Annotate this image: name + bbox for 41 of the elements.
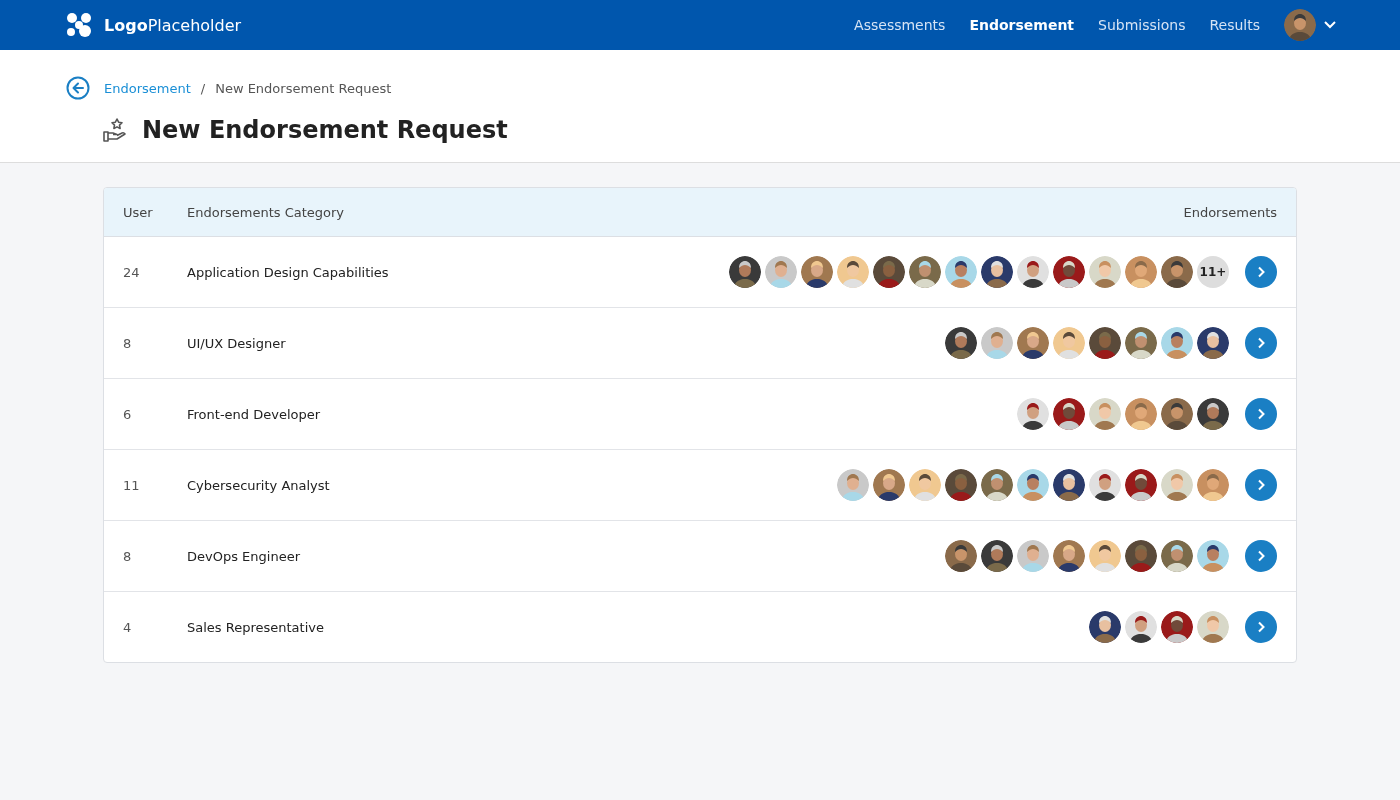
table-cell-text: UI/UX Designer <box>187 335 287 351</box>
logo-text: LogoPlaceholder <box>104 15 242 35</box>
open-button[interactable] <box>1245 327 1277 359</box>
table-cell-text: DevOps Engineer <box>187 548 301 564</box>
table-cell-text: Sales Representative <box>187 619 325 635</box>
chevron-down-icon[interactable] <box>1324 21 1336 29</box>
table-cell-text: 6 <box>123 406 133 422</box>
page-title: New Endorsement Request <box>142 116 508 144</box>
nav-link[interactable]: Assessments <box>854 17 946 33</box>
chevron-right-icon <box>1257 408 1265 420</box>
breadcrumb-current: New Endorsement Request <box>215 80 392 96</box>
table-cell-text: Front-end Developer <box>187 406 322 422</box>
nav-link[interactable]: Endorsement <box>969 17 1075 33</box>
chevron-right-icon <box>1257 621 1265 633</box>
column-header: Endorsements Category <box>187 204 346 220</box>
breadcrumb-link[interactable]: Endorsement <box>104 80 191 96</box>
open-button[interactable] <box>1245 469 1277 501</box>
nav-link[interactable]: Results <box>1209 17 1260 33</box>
table-cell-text: 11 <box>123 477 141 493</box>
award-hand-icon <box>102 117 128 143</box>
chevron-right-icon <box>1257 266 1265 278</box>
more-count: 11+ <box>1197 256 1229 288</box>
table-cell-text: 8 <box>123 335 133 351</box>
table-cell-text: Application Design Capabilities <box>187 264 390 280</box>
nav-link[interactable]: Submissions <box>1098 17 1186 33</box>
chevron-right-icon <box>1257 337 1265 349</box>
table-cell-text: 8 <box>123 548 133 564</box>
breadcrumb-separator: / <box>200 80 206 96</box>
logo-icon <box>66 12 92 38</box>
column-header: Endorsements <box>1183 204 1277 220</box>
column-header: User <box>123 204 154 220</box>
open-button[interactable] <box>1245 398 1277 430</box>
table-cell-text: Cybersecurity Analyst <box>187 477 331 493</box>
open-button[interactable] <box>1245 256 1277 288</box>
chevron-right-icon <box>1257 550 1265 562</box>
open-button[interactable] <box>1245 611 1277 643</box>
table-cell-text: 4 <box>123 619 133 635</box>
open-button[interactable] <box>1245 540 1277 572</box>
table-cell-text: 24 <box>123 264 141 280</box>
chevron-right-icon <box>1257 479 1265 491</box>
back-icon[interactable] <box>66 76 90 100</box>
